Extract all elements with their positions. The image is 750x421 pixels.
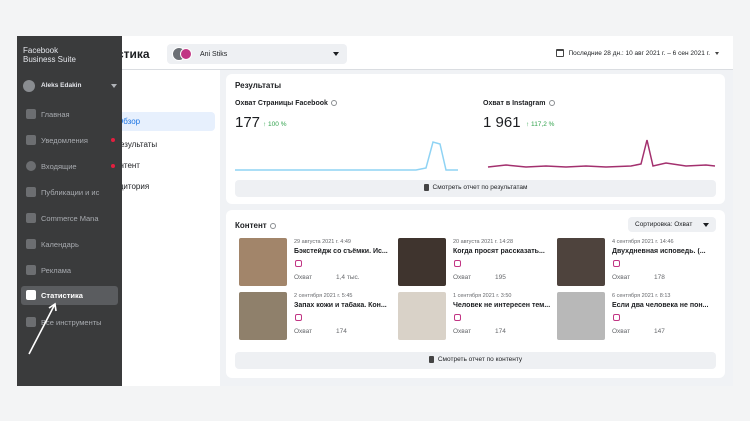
post-thumbnail: [557, 292, 605, 340]
top-bar: стика Ani Stiks Последние 28 дн.: 10 авг…: [17, 36, 733, 70]
post-item[interactable]: 29 августа 2021 г. 4:49 Бэкстейдж со съё…: [239, 238, 389, 286]
chevron-down-icon: [333, 52, 339, 56]
post-item[interactable]: 2 сентября 2021 г. 5:45 Запах кожи и таб…: [239, 292, 389, 340]
content-card: Контент Сортировка: Охват 29 августа 202…: [226, 210, 725, 378]
post-item[interactable]: 6 сентября 2021 г. 8:13 Если два человек…: [557, 292, 708, 340]
post-thumbnail: [398, 292, 446, 340]
chevron-down-icon: [703, 223, 709, 227]
account-name: Ani Stiks: [200, 50, 228, 58]
instagram-icon: [613, 260, 620, 267]
date-range-picker[interactable]: Последние 28 дн.: 10 авг 2021 г. – 6 сен…: [556, 49, 719, 57]
instagram-icon: [454, 260, 461, 267]
post-thumbnail: [239, 292, 287, 340]
content-title: Контент: [235, 221, 276, 230]
results-report-button[interactable]: Смотреть отчет по результатам: [235, 180, 716, 197]
content-report-button[interactable]: Смотреть отчет по контенту: [235, 352, 716, 369]
instagram-avatar: [180, 48, 192, 60]
instagram-icon: [295, 260, 302, 267]
chevron-down-icon: [715, 51, 719, 55]
results-card: Результаты Охват Страницы Facebook 177 ↑…: [226, 74, 725, 204]
post-thumbnail: [239, 238, 287, 286]
post-item[interactable]: 20 августа 2021 г. 14:28 Когда просят ра…: [398, 238, 548, 286]
subnav-item-overview[interactable]: Обзор: [115, 112, 215, 131]
instagram-reach-line: [487, 139, 716, 168]
sort-dropdown[interactable]: Сортировка: Охват: [628, 217, 716, 232]
post-item[interactable]: 1 сентября 2021 г. 3:50 Человек не интер…: [398, 292, 550, 340]
annotation-arrow: [28, 302, 57, 355]
info-icon: [269, 222, 276, 229]
instagram-icon: [613, 314, 620, 321]
calendar-icon: [556, 49, 565, 57]
report-icon: [423, 184, 429, 191]
account-selector[interactable]: Ani Stiks: [167, 44, 347, 64]
date-range-label: Последние 28 дн.: 10 авг 2021 г. – 6 сен…: [568, 49, 710, 57]
post-item[interactable]: 4 сентября 2021 г. 14:46 Двухдневная исп…: [557, 238, 707, 286]
account-avatars: [172, 47, 194, 61]
instagram-icon: [295, 314, 302, 321]
business-suite-window: стика Ani Stiks Последние 28 дн.: 10 авг…: [17, 36, 733, 386]
report-icon: [428, 356, 434, 363]
facebook-reach-line: [235, 141, 458, 171]
instagram-icon: [454, 314, 461, 321]
post-thumbnail: [557, 238, 605, 286]
post-thumbnail: [398, 238, 446, 286]
